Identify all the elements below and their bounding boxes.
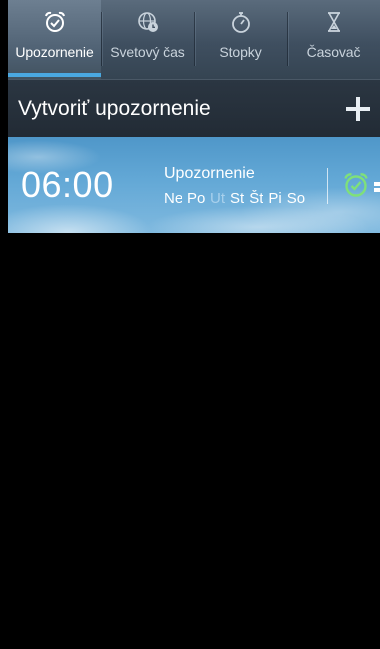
alarm-repeat-days: Ne Po Ut St Št Pi So: [164, 190, 318, 207]
day-saturday: So: [286, 190, 305, 207]
tab-alarm-label: Upozornenie: [15, 44, 94, 60]
toggle-indicator: [374, 182, 380, 186]
tab-stopwatch[interactable]: Stopky: [194, 0, 287, 79]
create-alarm-row[interactable]: Vytvoriť upozornenie: [8, 79, 380, 137]
clock-screen: Upozornenie Svetový čas Stopky Časovač V…: [8, 0, 380, 649]
create-alarm-label: Vytvoriť upozornenie: [18, 96, 211, 120]
alarm-list-item[interactable]: 06:00 Upozornenie Ne Po Ut St Št Pi So: [8, 137, 380, 233]
app-frame: Upozornenie Svetový čas Stopky Časovač V…: [0, 0, 380, 649]
globe-icon: [137, 12, 158, 32]
tab-alarm[interactable]: Upozornenie: [8, 0, 101, 79]
hourglass-icon: [327, 12, 340, 32]
day-wednesday: St: [230, 190, 245, 207]
tab-stopwatch-label: Stopky: [219, 44, 262, 60]
day-monday: Po: [187, 190, 205, 207]
alarm-divider: [327, 168, 328, 204]
tab-timer[interactable]: Časovač: [287, 0, 380, 79]
stopwatch-icon: [231, 12, 250, 33]
tab-world-clock[interactable]: Svetový čas: [101, 0, 194, 79]
day-thursday: Št: [249, 190, 264, 207]
tab-timer-label: Časovač: [306, 44, 361, 60]
plus-icon[interactable]: [346, 97, 370, 121]
tab-bar: Upozornenie Svetový čas Stopky Časovač: [8, 0, 380, 79]
toggle-indicator: [374, 188, 380, 192]
alarm-name: Upozornenie: [164, 165, 255, 182]
alarm-toggle-icon[interactable]: [342, 171, 370, 199]
alarm-clock-icon: [44, 11, 65, 32]
day-tuesday: Ut: [210, 190, 225, 207]
active-tab-indicator: [8, 73, 101, 77]
tab-world-clock-label: Svetový čas: [110, 44, 185, 60]
alarm-time: 06:00: [21, 164, 114, 205]
day-sunday: Ne: [164, 190, 182, 207]
day-friday: Pi: [268, 190, 282, 207]
